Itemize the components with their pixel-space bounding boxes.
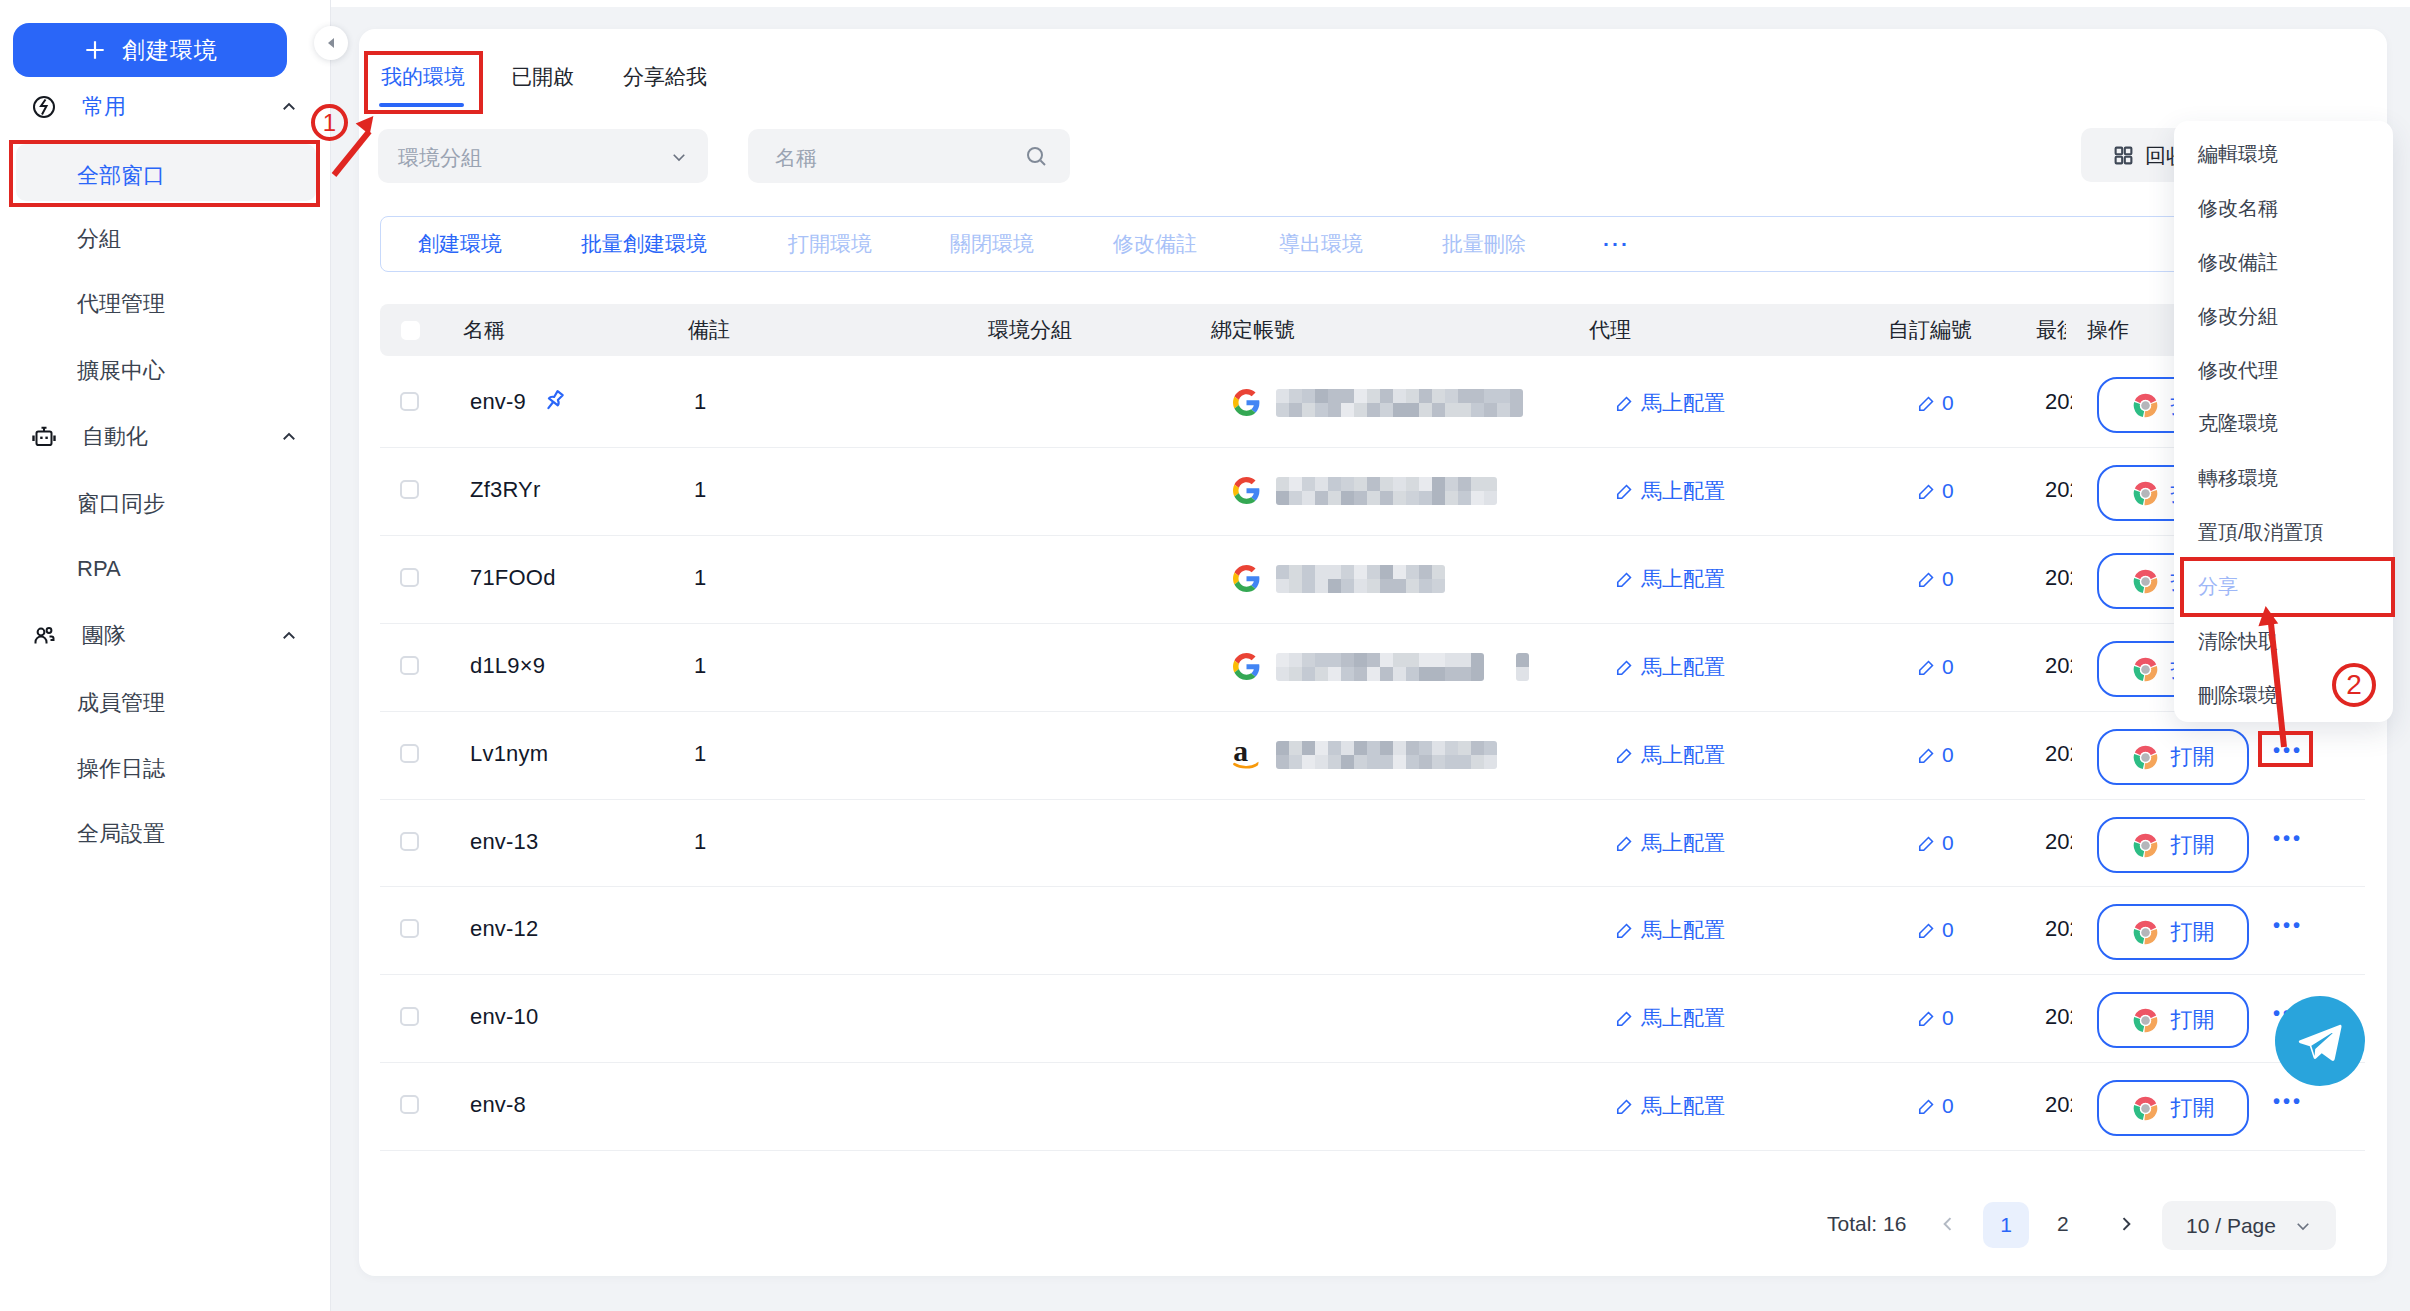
svg-text:a: a: [1233, 737, 1248, 767]
